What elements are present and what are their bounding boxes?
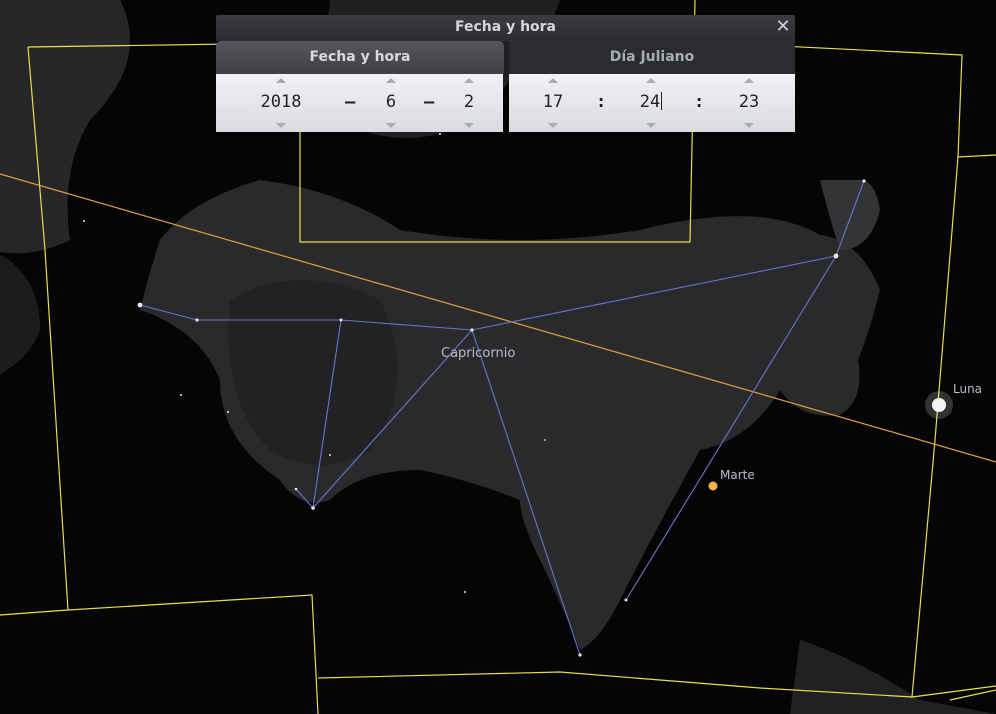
day-value[interactable]: 2 <box>449 92 489 112</box>
second-down-arrow-icon[interactable] <box>744 123 754 128</box>
tab-julian-day[interactable]: Día Juliano <box>509 41 795 74</box>
hour-spinbox[interactable]: 17 <box>533 74 573 132</box>
year-value[interactable]: 2018 <box>252 92 310 112</box>
date-time-window: Fecha y hora ✕ Fecha y hora Día Juliano … <box>216 15 795 132</box>
second-up-arrow-icon[interactable] <box>744 78 754 83</box>
month-down-arrow-icon[interactable] <box>386 123 396 128</box>
time-separator: : <box>596 92 607 112</box>
close-icon[interactable]: ✕ <box>775 18 791 36</box>
second-spinbox[interactable]: 23 <box>729 74 769 132</box>
date-panel: 2018 – 6 – 2 <box>216 74 503 132</box>
hour-value[interactable]: 17 <box>533 92 573 112</box>
minute-value[interactable]: 24 <box>640 92 660 112</box>
day-up-arrow-icon[interactable] <box>464 78 474 83</box>
text-cursor <box>661 92 663 110</box>
minute-up-arrow-icon[interactable] <box>646 78 656 83</box>
hour-down-arrow-icon[interactable] <box>548 123 558 128</box>
date-separator: – <box>424 92 435 112</box>
day-spinbox[interactable]: 2 <box>449 74 489 132</box>
month-spinbox[interactable]: 6 <box>371 74 411 132</box>
year-down-arrow-icon[interactable] <box>276 123 286 128</box>
hour-up-arrow-icon[interactable] <box>548 78 558 83</box>
day-down-arrow-icon[interactable] <box>464 123 474 128</box>
window-titlebar[interactable]: Fecha y hora ✕ <box>216 15 795 41</box>
minute-spinbox[interactable]: 24 <box>631 74 671 132</box>
time-separator: : <box>694 92 705 112</box>
time-panel: 17 : 24 : 23 <box>509 74 795 132</box>
second-value[interactable]: 23 <box>729 92 769 112</box>
window-title: Fecha y hora <box>454 19 556 35</box>
constellation-label: Capricornio <box>441 346 515 361</box>
minute-field[interactable]: 24 <box>631 92 671 112</box>
month-value[interactable]: 6 <box>371 92 411 112</box>
mars-planet[interactable] <box>708 481 718 491</box>
month-up-arrow-icon[interactable] <box>386 78 396 83</box>
mars-label: Marte <box>720 468 755 482</box>
year-spinbox[interactable]: 2018 <box>252 74 310 132</box>
year-up-arrow-icon[interactable] <box>276 78 286 83</box>
tab-date-time[interactable]: Fecha y hora <box>216 41 504 74</box>
moon-planet[interactable] <box>932 398 946 412</box>
minute-down-arrow-icon[interactable] <box>646 123 656 128</box>
date-separator: – <box>345 92 356 112</box>
moon-label: Luna <box>953 382 982 396</box>
